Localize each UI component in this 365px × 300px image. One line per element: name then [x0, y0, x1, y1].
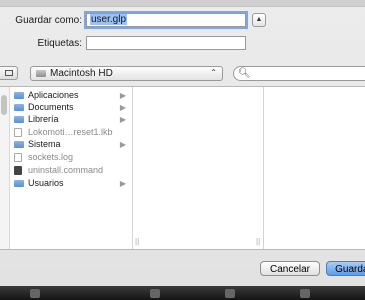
cancel-button[interactable]: Cancelar: [260, 261, 320, 276]
title-strip: [0, 0, 365, 7]
list-item[interactable]: Usuarios ▶: [12, 177, 130, 190]
button-bar: Cancelar Guardar: [0, 249, 365, 286]
hard-disk-icon: [36, 70, 46, 77]
save-button[interactable]: Guardar: [326, 261, 365, 276]
expand-button[interactable]: ▲: [252, 13, 266, 27]
folder-icon: [14, 92, 24, 99]
column-resize-icon[interactable]: ||: [135, 237, 139, 246]
item-label: uninstall.command: [28, 165, 104, 175]
app-icon[interactable]: [30, 289, 40, 298]
folder-icon: [14, 141, 24, 148]
list-item[interactable]: uninstall.command: [12, 164, 130, 177]
column-view-icon: [5, 70, 13, 76]
item-label: Sistema: [28, 139, 61, 149]
folder-icon: [14, 116, 24, 123]
location-label: Macintosh HD: [50, 68, 113, 79]
app-icon[interactable]: [225, 289, 235, 298]
file-icon: [14, 128, 22, 137]
item-label: Usuarios: [28, 178, 64, 188]
save-dialog: Guardar como: user.glp ▲ Etiquetas: Maci…: [0, 0, 365, 286]
file-name-text: user.glp: [90, 14, 128, 25]
chevron-right-icon: ▶: [119, 140, 126, 149]
column-resize-icon[interactable]: ||: [256, 237, 260, 246]
browser-column-root: Aplicaciones ▶ Documents ▶ Librería ▶ Lo…: [10, 87, 133, 249]
file-browser: Aplicaciones ▶ Documents ▶ Librería ▶ Lo…: [0, 86, 365, 250]
item-label: sockets.log: [28, 152, 74, 162]
scrollbar-thumb[interactable]: [1, 95, 7, 115]
tags-input[interactable]: [86, 36, 246, 50]
file-icon: [14, 153, 22, 162]
list-item[interactable]: Librería ▶: [12, 113, 130, 126]
list-item[interactable]: sockets.log: [12, 151, 130, 164]
toolbar: Macintosh HD ⌃ 🔍︎: [0, 58, 365, 88]
app-icon[interactable]: [300, 289, 310, 298]
chevron-right-icon: ▶: [119, 115, 126, 124]
executable-icon: [14, 166, 22, 175]
chevron-right-icon: ▶: [119, 179, 126, 188]
browser-column-3: ||: [256, 87, 365, 249]
triangle-up-icon: ▲: [255, 16, 263, 23]
browser-column-2: ||: [133, 87, 264, 249]
folder-icon: [14, 180, 24, 187]
location-popup[interactable]: Macintosh HD ⌃: [30, 66, 223, 81]
item-label: Librería: [28, 114, 59, 124]
app-icon[interactable]: [150, 289, 160, 298]
list-item[interactable]: Sistema ▶: [12, 138, 130, 151]
file-name-input[interactable]: user.glp: [86, 13, 246, 27]
search-icon: 🔍︎: [238, 68, 251, 79]
search-input[interactable]: 🔍︎: [233, 66, 365, 81]
view-mode-button[interactable]: [0, 66, 18, 80]
tags-label: Etiquetas:: [37, 38, 82, 49]
save-as-label: Guardar como:: [15, 15, 82, 26]
folder-icon: [14, 104, 24, 111]
scrollbar[interactable]: [0, 87, 10, 249]
dock: [0, 286, 365, 300]
popup-arrows-icon: ⌃: [210, 68, 217, 77]
